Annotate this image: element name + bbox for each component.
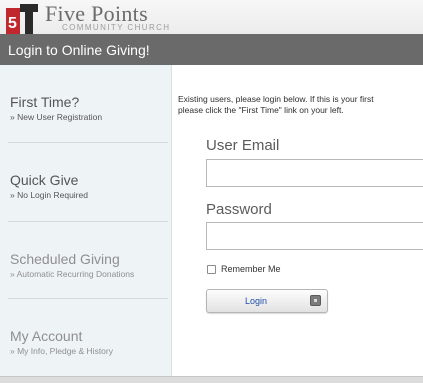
password-label: Password <box>206 201 272 218</box>
sidebar: First Time? » New User Registration Quic… <box>0 65 172 376</box>
sidebar-item-title: Scheduled Giving <box>10 251 120 267</box>
email-label: User Email <box>206 137 280 154</box>
instructions-line: Existing users, please login below. If t… <box>178 94 374 104</box>
sidebar-item-first-time[interactable]: First Time? » New User Registration <box>0 65 171 142</box>
logo-subtitle: COMMUNITY CHURCH <box>62 23 171 32</box>
sidebar-item-subtitle: » My Info, Pledge & History <box>10 346 113 356</box>
site-header: 5 Five Points COMMUNITY CHURCH <box>0 0 423 34</box>
page-title: Login to Online Giving! <box>8 42 150 58</box>
svg-text:5: 5 <box>8 15 17 32</box>
login-button[interactable]: Login <box>206 289 328 313</box>
sidebar-item-subtitle: » Automatic Recurring Donations <box>10 269 135 279</box>
password-field[interactable] <box>206 222 423 250</box>
remember-me-label[interactable]: Remember Me <box>221 264 281 274</box>
sidebar-item-subtitle: » New User Registration <box>10 112 103 122</box>
login-instructions: Existing users, please login below. If t… <box>178 94 423 116</box>
sidebar-item-scheduled-giving[interactable]: Scheduled Giving » Automatic Recurring D… <box>0 222 171 299</box>
sidebar-item-title: First Time? <box>10 94 80 110</box>
sidebar-item-quick-give[interactable]: Quick Give » No Login Required <box>0 143 171 220</box>
login-button-label: Login <box>245 296 268 306</box>
sidebar-item-subtitle: » No Login Required <box>10 190 88 200</box>
church-logo-icon: 5 <box>6 4 38 34</box>
email-field[interactable] <box>206 159 423 187</box>
instructions-line: please click the "First Time" link on yo… <box>178 105 344 115</box>
sidebar-item-title: My Account <box>10 328 83 344</box>
footer-strip <box>0 376 423 383</box>
sidebar-item-title: Quick Give <box>10 172 79 188</box>
page: 5 Five Points COMMUNITY CHURCH Login to … <box>0 0 423 383</box>
page-title-bar: Login to Online Giving! <box>0 34 423 65</box>
remember-me-row: Remember Me <box>207 263 281 275</box>
remember-me-checkbox[interactable] <box>207 264 216 274</box>
stop-square-icon <box>310 295 321 306</box>
sidebar-item-my-account[interactable]: My Account » My Info, Pledge & History <box>0 299 171 376</box>
